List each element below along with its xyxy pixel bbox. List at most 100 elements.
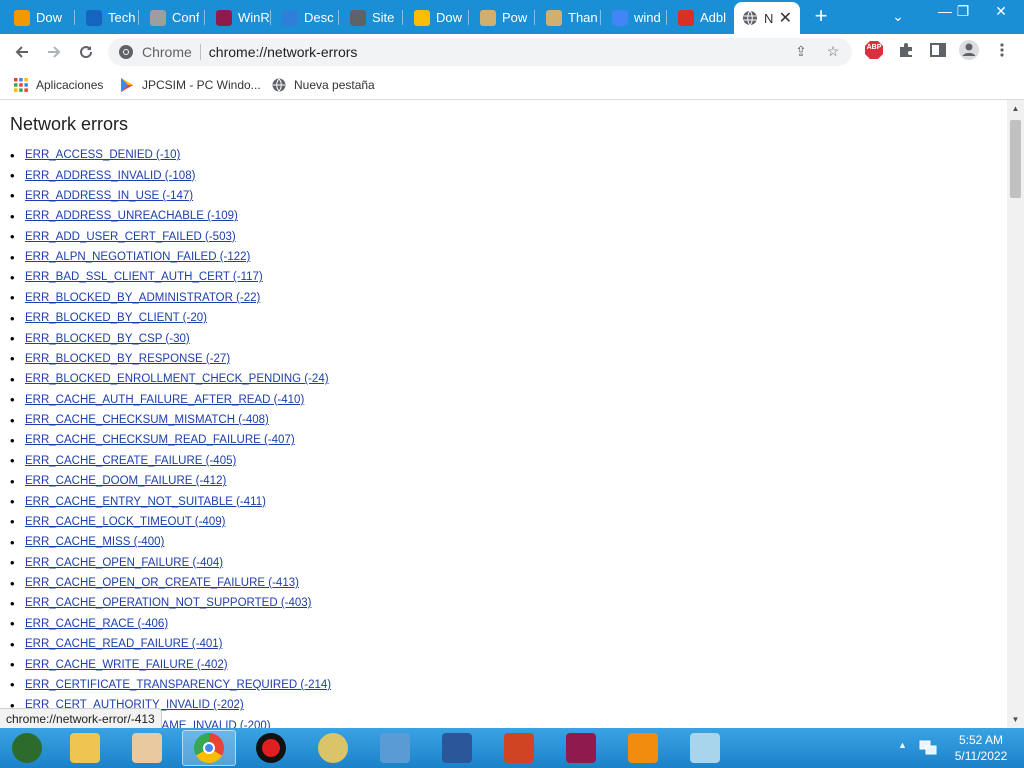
disc-icon xyxy=(318,733,348,763)
taskbar-explorer[interactable] xyxy=(58,730,112,766)
share-icon[interactable]: ⇪ xyxy=(792,43,810,61)
tab-10[interactable]: Adbl xyxy=(668,4,732,31)
adblock-plus-extension[interactable]: ABP xyxy=(862,38,886,62)
omnibox-url[interactable]: chrome://network-errors xyxy=(209,44,358,60)
tab-label: Pow xyxy=(502,10,528,25)
error-link[interactable]: ERR_BAD_SSL_CLIENT_AUTH_CERT (-117) xyxy=(25,271,263,283)
error-link[interactable]: ERR_BLOCKED_BY_CSP (-30) xyxy=(25,333,190,345)
reload-button[interactable] xyxy=(72,38,100,66)
error-link[interactable]: ERR_CACHE_READ_FAILURE (-401) xyxy=(25,638,222,650)
error-link[interactable]: ERR_BLOCKED_BY_ADMINISTRATOR (-22) xyxy=(25,292,260,304)
profile-avatar-icon xyxy=(959,40,979,60)
paint-palette-icon xyxy=(132,733,162,763)
taskbar-control-panel[interactable] xyxy=(368,730,422,766)
error-link[interactable]: ERR_CACHE_AUTH_FAILURE_AFTER_READ (-410) xyxy=(25,394,304,406)
notepad-icon xyxy=(690,733,720,763)
tab-active-label: N xyxy=(764,10,773,26)
tab-7[interactable]: Pow xyxy=(470,4,534,31)
error-link[interactable]: ERR_ADD_USER_CERT_FAILED (-503) xyxy=(25,231,236,243)
system-clock[interactable]: 5:52 AM 5/11/2022 xyxy=(946,732,1016,764)
error-link[interactable]: ERR_CACHE_LOCK_TIMEOUT (-409) xyxy=(25,516,225,528)
error-link[interactable]: ERR_CACHE_OPEN_FAILURE (-404) xyxy=(25,557,223,569)
error-link[interactable]: ERR_CACHE_WRITE_FAILURE (-402) xyxy=(25,659,228,671)
tab-label: Adbl xyxy=(700,10,727,25)
scroll-down-arrow-icon[interactable]: ▼ xyxy=(1007,711,1024,728)
tab-1[interactable]: Tech xyxy=(76,4,140,31)
tab-2[interactable]: Conf xyxy=(140,4,204,31)
side-panel-icon xyxy=(930,43,946,57)
new-tab-button[interactable]: + xyxy=(808,5,834,29)
side-panel-button[interactable] xyxy=(926,38,950,62)
download-icon xyxy=(14,9,30,26)
tab-6[interactable]: Dow xyxy=(404,4,468,31)
error-link[interactable]: ERR_CACHE_CREATE_FAILURE (-405) xyxy=(25,455,236,467)
control-panel-icon xyxy=(380,733,410,763)
vlc-icon xyxy=(628,733,658,763)
bookmark-apps[interactable]: Aplicaciones xyxy=(14,75,103,95)
tab-active[interactable]: N ✕ xyxy=(734,2,800,34)
show-hidden-icons-arrow[interactable]: ▲ xyxy=(898,740,907,750)
error-link[interactable]: ERR_CACHE_CHECKSUM_READ_FAILURE (-407) xyxy=(25,434,295,446)
powertoys-icon xyxy=(546,9,562,26)
error-link[interactable]: ERR_ACCESS_DENIED (-10) xyxy=(25,149,180,161)
taskbar-powerpoint[interactable] xyxy=(492,730,546,766)
taskbar-disc[interactable] xyxy=(306,730,360,766)
restore-button[interactable]: ❐ xyxy=(946,0,980,22)
back-button[interactable] xyxy=(8,38,36,66)
error-link[interactable]: ERR_CACHE_OPERATION_NOT_SUPPORTED (-403) xyxy=(25,597,312,609)
tab-4[interactable]: Desc xyxy=(272,4,336,31)
list-item: ERR_ADDRESS_INVALID (-108) xyxy=(10,165,331,185)
error-link[interactable]: ERR_ADDRESS_UNREACHABLE (-109) xyxy=(25,210,238,222)
error-link[interactable]: ERR_BLOCKED_ENROLLMENT_CHECK_PENDING (-2… xyxy=(25,373,329,385)
tab-label: Tech xyxy=(108,10,136,25)
error-link[interactable]: ERR_BLOCKED_BY_CLIENT (-20) xyxy=(25,312,207,324)
bookmark-jpcsim[interactable]: JPCSIM - PC Windo... xyxy=(120,75,261,95)
tab-8[interactable]: Than xyxy=(536,4,600,31)
extensions-button[interactable] xyxy=(894,38,918,62)
error-link[interactable]: ERR_CERTIFICATE_TRANSPARENCY_REQUIRED (-… xyxy=(25,679,331,691)
close-tab-icon[interactable]: ✕ xyxy=(779,8,792,28)
address-bar[interactable]: Chrome chrome://network-errors ⇪ ☆ xyxy=(108,38,852,66)
tab-separator xyxy=(338,10,339,25)
error-link[interactable]: ERR_CACHE_RACE (-406) xyxy=(25,618,168,630)
list-item: ERR_CACHE_CREATE_FAILURE (-405) xyxy=(10,451,331,471)
error-link[interactable]: ERR_ADDRESS_INVALID (-108) xyxy=(25,170,195,182)
bookmark-star-icon[interactable]: ☆ xyxy=(824,43,842,61)
error-link[interactable]: ERR_CACHE_MISS (-400) xyxy=(25,536,164,548)
forward-button[interactable] xyxy=(40,38,68,66)
taskbar-notepad[interactable] xyxy=(678,730,732,766)
error-link[interactable]: ERR_CACHE_ENTRY_NOT_SUITABLE (-411) xyxy=(25,496,266,508)
error-link[interactable]: ERR_CACHE_OPEN_OR_CREATE_FAILURE (-413) xyxy=(25,577,299,589)
tab-separator xyxy=(138,10,139,25)
scroll-up-arrow-icon[interactable]: ▲ xyxy=(1007,100,1024,117)
tab-label: WinR xyxy=(238,10,270,25)
list-item: ERR_CACHE_READ_FAILURE (-401) xyxy=(10,634,331,654)
error-link[interactable]: ERR_CACHE_CHECKSUM_MISMATCH (-408) xyxy=(25,414,269,426)
vertical-scrollbar[interactable]: ▲ ▼ xyxy=(1007,100,1024,728)
tab-5[interactable]: Site xyxy=(340,4,404,31)
taskbar-word[interactable] xyxy=(430,730,484,766)
profile-button[interactable] xyxy=(957,38,981,62)
scrollbar-thumb[interactable] xyxy=(1010,120,1021,198)
error-link[interactable]: ERR_BLOCKED_BY_RESPONSE (-27) xyxy=(25,353,230,365)
network-tray-icon[interactable] xyxy=(918,738,938,758)
taskbar-winrar[interactable] xyxy=(554,730,608,766)
tab-3[interactable]: WinR xyxy=(206,4,270,31)
softonic-icon xyxy=(282,9,298,26)
taskbar-paint[interactable] xyxy=(120,730,174,766)
error-link[interactable]: ERR_ALPN_NEGOTIATION_FAILED (-122) xyxy=(25,251,250,263)
error-link[interactable]: ERR_ADDRESS_IN_USE (-147) xyxy=(25,190,193,202)
list-item: ERR_CACHE_OPERATION_NOT_SUPPORTED (-403) xyxy=(10,593,331,613)
list-item: ERR_BLOCKED_BY_ADMINISTRATOR (-22) xyxy=(10,288,331,308)
tab-0[interactable]: Dow xyxy=(4,4,68,31)
chevron-down-icon[interactable]: ⌄ xyxy=(886,8,910,28)
menu-button[interactable] xyxy=(990,38,1014,62)
taskbar-chrome[interactable] xyxy=(182,730,236,766)
bookmark-nueva-pestana[interactable]: Nueva pestaña xyxy=(272,75,375,95)
taskbar-vlc[interactable] xyxy=(616,730,670,766)
taskbar-recorder[interactable] xyxy=(244,730,298,766)
taskbar-start-orb[interactable] xyxy=(0,730,54,766)
tab-9[interactable]: wind xyxy=(602,4,666,31)
error-link[interactable]: ERR_CACHE_DOOM_FAILURE (-412) xyxy=(25,475,226,487)
close-window-button[interactable]: ✕ xyxy=(984,0,1018,22)
